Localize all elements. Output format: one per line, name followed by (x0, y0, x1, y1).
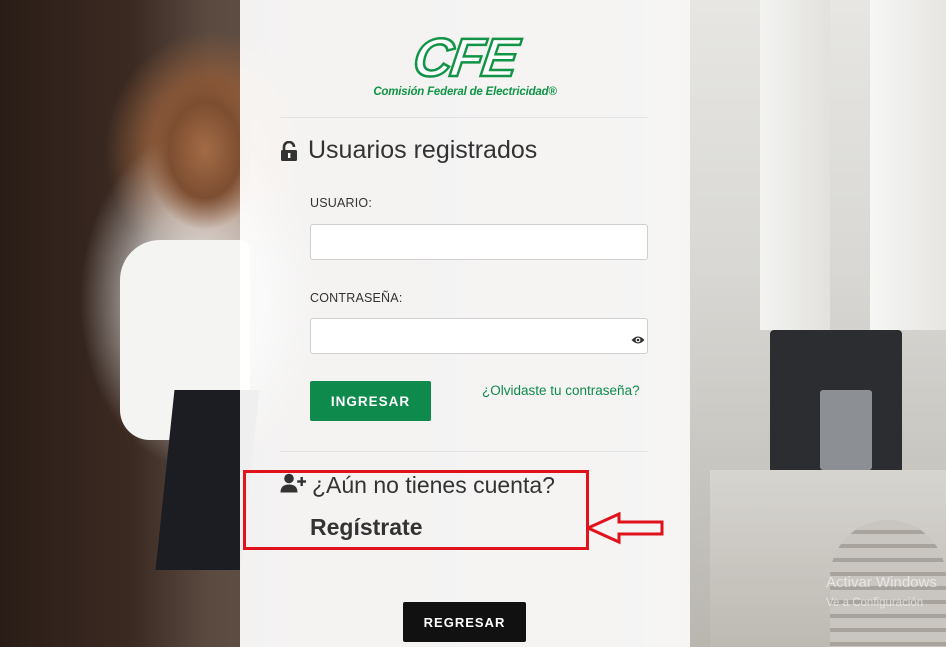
back-button[interactable]: REGRESAR (403, 602, 526, 642)
login-section-title: Usuarios registrados (280, 136, 537, 165)
windows-activation-watermark: Activar Windows Ve a Configuración (826, 572, 937, 614)
highlight-box (243, 470, 589, 550)
login-title-text: Usuarios registrados (308, 136, 538, 164)
login-panel: CFE Comisión Federal de Electricidad® Us… (240, 0, 690, 647)
unlock-icon (280, 140, 298, 161)
password-input[interactable] (310, 318, 648, 354)
background-machine-detail (820, 390, 872, 470)
watermark-line2: Ve a Configuración (826, 597, 924, 609)
username-input[interactable] (310, 224, 648, 260)
login-button[interactable]: INGRESAR (310, 381, 431, 421)
background-column (870, 0, 946, 330)
divider (280, 451, 648, 452)
forgot-password-link[interactable]: ¿Olvidaste tu contraseña? (482, 383, 640, 398)
eye-icon[interactable] (631, 332, 645, 344)
username-label: USUARIO: (310, 196, 373, 210)
password-label: CONTRASEÑA: (310, 291, 403, 305)
divider (280, 117, 648, 118)
watermark-line1: Activar Windows (826, 574, 937, 591)
logo-mark: CFE (409, 27, 522, 90)
page: CFE Comisión Federal de Electricidad® Us… (0, 0, 946, 647)
arrow-left-icon (586, 512, 664, 545)
background-column (760, 0, 830, 330)
cfe-logo: CFE Comisión Federal de Electricidad® (370, 27, 560, 102)
background-right-scene (690, 0, 946, 647)
